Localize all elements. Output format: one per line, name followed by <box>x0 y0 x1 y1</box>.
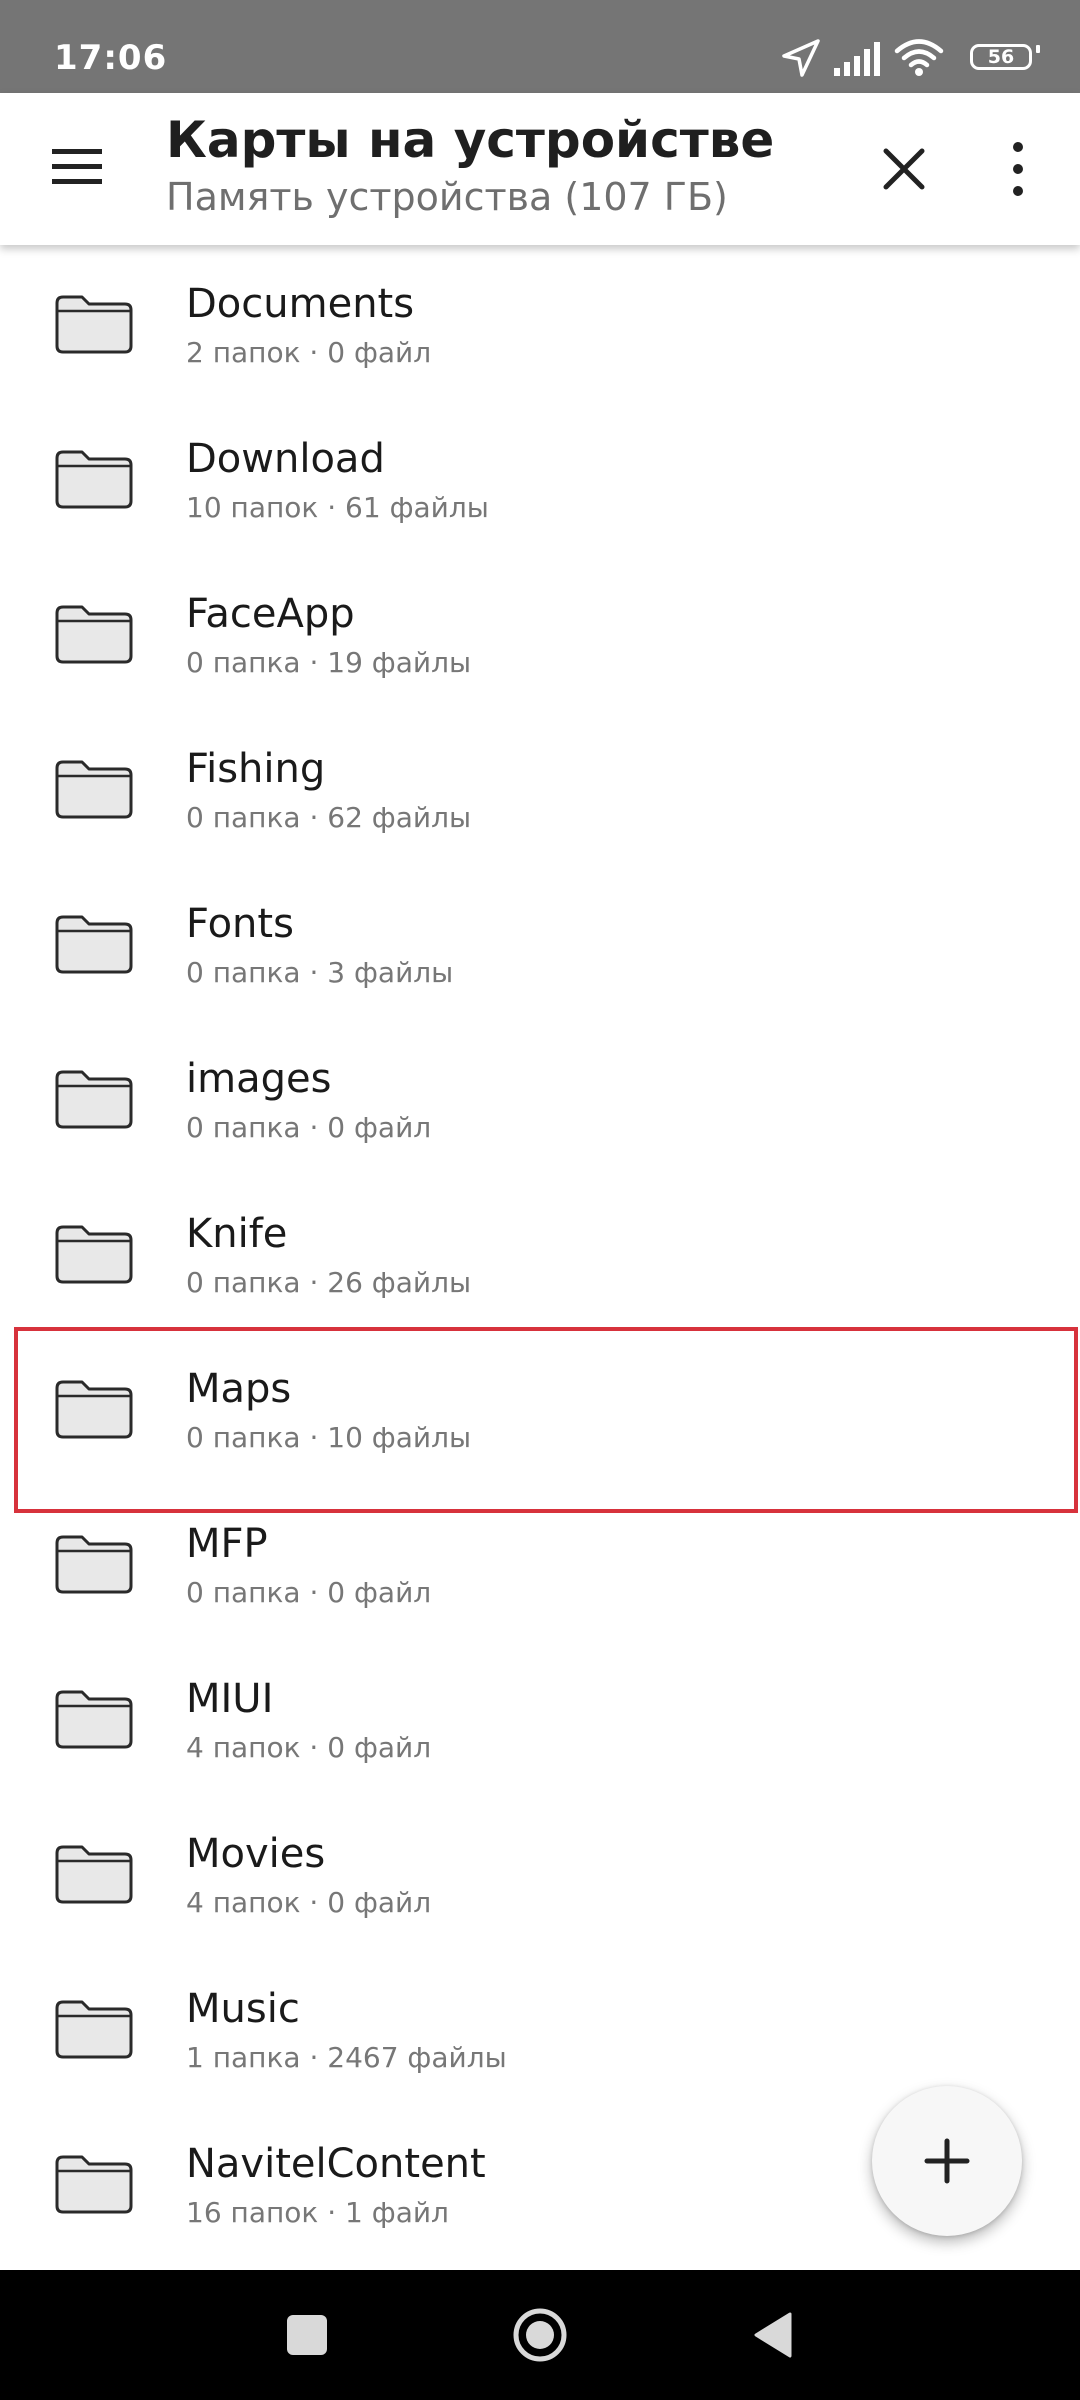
folder-icon <box>55 450 133 509</box>
folder-meta: 10 папок · 61 файлы <box>186 491 489 524</box>
recents-icon[interactable] <box>287 2315 327 2355</box>
folder-meta: 0 папка · 62 файлы <box>186 801 472 834</box>
folder-row[interactable]: Maps 0 папка · 10 файлы <box>0 1330 1080 1485</box>
folder-row[interactable]: Fishing 0 папка · 62 файлы <box>0 710 1080 865</box>
navigation-bar <box>0 2270 1080 2400</box>
folder-name: MIUI <box>186 1676 274 1722</box>
home-icon[interactable] <box>510 2305 570 2365</box>
page-title: Карты на устройстве <box>166 111 775 169</box>
signal-icon <box>832 38 884 78</box>
folder-icon <box>55 1535 133 1594</box>
folder-row[interactable]: MIUI 4 папок · 0 файл <box>0 1640 1080 1795</box>
close-button[interactable] <box>872 137 936 201</box>
folder-meta: 0 папка · 0 файл <box>186 1576 432 1609</box>
folder-name: FaceApp <box>186 591 355 637</box>
folder-row[interactable]: MFP 0 папка · 0 файл <box>0 1485 1080 1640</box>
folder-row[interactable]: Documents 2 папок · 0 файл <box>0 245 1080 400</box>
folder-list: Documents 2 папок · 0 файл Download 10 папо… <box>0 245 1080 2270</box>
folder-icon <box>55 1690 133 1749</box>
folder-icon <box>55 2000 133 2059</box>
folder-meta: 2 папок · 0 файл <box>186 336 432 369</box>
close-icon <box>883 148 925 190</box>
folder-name: Maps <box>186 1366 292 1412</box>
folder-icon <box>55 1380 133 1439</box>
location-arrow-icon <box>780 38 822 78</box>
folder-meta: 0 папка · 19 файлы <box>186 646 472 679</box>
battery-level: 56 <box>970 44 1032 70</box>
folder-row[interactable]: Movies 4 папок · 0 файл <box>0 1795 1080 1950</box>
back-icon[interactable] <box>750 2310 794 2360</box>
folder-meta: 0 папка · 0 файл <box>186 1111 432 1144</box>
more-vert-icon <box>1013 142 1023 196</box>
folder-name: images <box>186 1056 332 1102</box>
folder-name: Download <box>186 436 385 482</box>
folder-name: Fonts <box>186 901 294 947</box>
folder-name: Documents <box>186 281 415 327</box>
menu-icon <box>52 149 102 184</box>
more-options-button[interactable] <box>990 137 1046 201</box>
battery-tip <box>1036 45 1040 53</box>
folder-name: NavitelContent <box>186 2141 486 2187</box>
folder-row[interactable]: Knife 0 папка · 26 файлы <box>0 1175 1080 1330</box>
folder-icon <box>55 2155 133 2214</box>
plus-icon <box>924 2138 970 2184</box>
folder-meta: 0 папка · 26 файлы <box>186 1266 472 1299</box>
folder-icon <box>55 760 133 819</box>
folder-name: Movies <box>186 1831 326 1877</box>
battery-icon: 56 <box>962 38 1040 78</box>
folder-meta: 1 папка · 2467 файлы <box>186 2041 507 2074</box>
folder-name: MFP <box>186 1521 268 1567</box>
folder-icon <box>55 295 133 354</box>
status-bar: 17:06 56 <box>0 0 1080 93</box>
folder-meta: 16 папок · 1 файл <box>186 2196 449 2229</box>
status-icons: 56 <box>780 38 1040 78</box>
folder-row[interactable]: Music 1 папка · 2467 файлы <box>0 1950 1080 2105</box>
folder-row[interactable]: Download 10 папок · 61 файлы <box>0 400 1080 555</box>
folder-row[interactable]: FaceApp 0 папка · 19 файлы <box>0 555 1080 710</box>
folder-icon <box>55 605 133 664</box>
folder-meta: 4 папок · 0 файл <box>186 1886 432 1919</box>
folder-row[interactable]: images 0 папка · 0 файл <box>0 1020 1080 1175</box>
storage-subtitle: Память устройства (107 ГБ) <box>166 175 728 219</box>
folder-meta: 0 папка · 10 файлы <box>186 1421 472 1454</box>
wifi-icon <box>894 38 944 78</box>
folder-icon <box>55 915 133 974</box>
folder-icon <box>55 1845 133 1904</box>
folder-name: Music <box>186 1986 300 2032</box>
menu-button[interactable] <box>38 137 114 197</box>
folder-icon <box>55 1070 133 1129</box>
folder-icon <box>55 1225 133 1284</box>
folder-meta: 4 папок · 0 файл <box>186 1731 432 1764</box>
folder-meta: 0 папка · 3 файлы <box>186 956 454 989</box>
folder-name: Fishing <box>186 746 326 792</box>
app-toolbar: Карты на устройстве Память устройства (1… <box>0 93 1080 245</box>
folder-row[interactable]: Fonts 0 папка · 3 файлы <box>0 865 1080 1020</box>
add-button[interactable] <box>872 2086 1022 2236</box>
folder-name: Knife <box>186 1211 288 1257</box>
status-time: 17:06 <box>54 38 168 78</box>
